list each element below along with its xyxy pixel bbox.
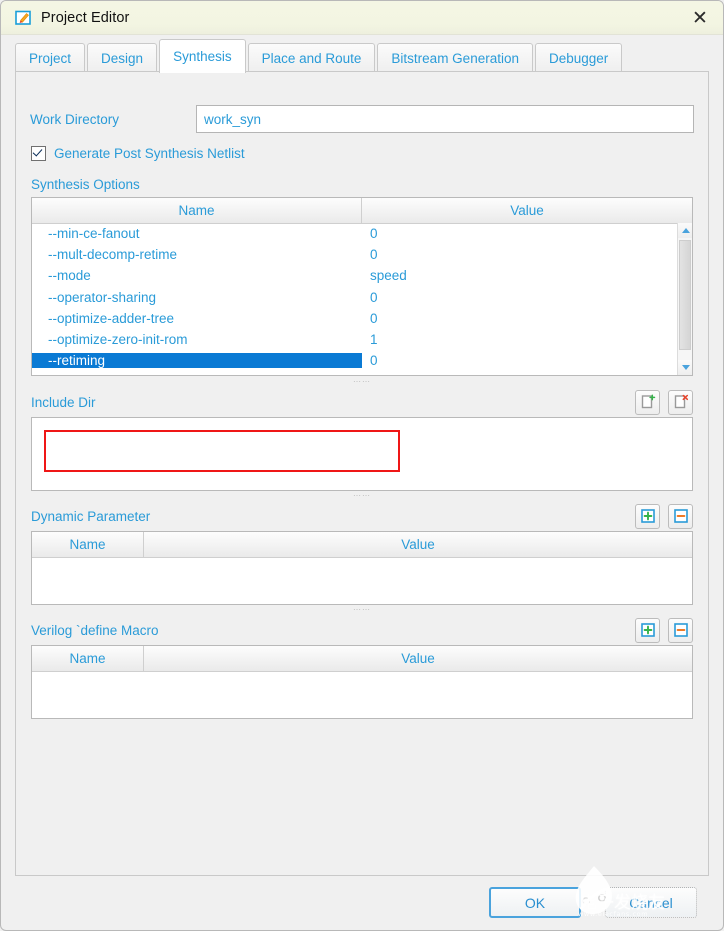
row-value[interactable]: 0 xyxy=(362,290,677,305)
project-editor-icon xyxy=(15,9,32,26)
row-name: --seq_opt xyxy=(32,374,362,375)
include-dir-list[interactable] xyxy=(31,417,693,491)
row-name: --operator-sharing xyxy=(32,290,362,305)
tab-design[interactable]: Design xyxy=(87,43,157,73)
table-header-row: Name Value xyxy=(32,198,692,224)
synthesis-options-label: Synthesis Options xyxy=(31,177,140,192)
dialog-footer: OK Cancel xyxy=(1,876,723,930)
column-header-name[interactable]: Name xyxy=(32,532,144,557)
row-value[interactable]: 0 xyxy=(362,374,677,375)
row-name: --min-ce-fanout xyxy=(32,226,362,241)
row-value[interactable]: 0 xyxy=(362,311,677,326)
tab-bar: Project Design Synthesis Place and Route… xyxy=(1,35,723,73)
minus-icon[interactable] xyxy=(668,504,693,529)
plus-icon[interactable] xyxy=(635,504,660,529)
row-name: --mult-decomp-retime xyxy=(32,247,362,262)
table-row[interactable]: --min-ce-fanout0 xyxy=(32,223,677,244)
synthesis-tab-page: Work Directory Generate Post Synthesis N… xyxy=(15,71,709,876)
remove-file-icon[interactable] xyxy=(668,390,693,415)
scrollbar-thumb[interactable] xyxy=(679,240,691,350)
row-name: --mode xyxy=(32,268,362,283)
project-editor-window: Project Editor ✕ Project Design Synthesi… xyxy=(0,0,724,931)
table-header-row: Name Value xyxy=(32,532,692,558)
table-row-retiming-selected[interactable]: --retiming0 xyxy=(32,350,677,371)
scroll-down-icon[interactable] xyxy=(678,360,693,375)
cancel-button[interactable]: Cancel xyxy=(605,887,697,918)
row-name: --optimize-adder-tree xyxy=(32,311,362,326)
row-name: --optimize-zero-init-rom xyxy=(32,332,362,347)
row-value[interactable]: 1 xyxy=(362,332,677,347)
verilog-macro-header: Verilog `define Macro xyxy=(31,616,693,644)
splitter-grip[interactable]: ⋯⋯ xyxy=(16,378,708,385)
splitter-grip[interactable]: ⋯⋯ xyxy=(16,492,708,499)
synthesis-options-rows: --min-ce-fanout0 --mult-decomp-retime0 -… xyxy=(32,223,677,375)
verilog-macro-label: Verilog `define Macro xyxy=(31,623,159,638)
plus-icon[interactable] xyxy=(635,618,660,643)
window-title: Project Editor xyxy=(41,10,129,26)
dynamic-parameter-header: Dynamic Parameter xyxy=(31,502,693,530)
work-directory-input[interactable] xyxy=(196,105,694,133)
work-directory-row: Work Directory xyxy=(30,105,694,133)
tab-bitstream-generation[interactable]: Bitstream Generation xyxy=(377,43,533,73)
add-file-icon[interactable] xyxy=(635,390,660,415)
splitter-grip[interactable]: ⋯⋯ xyxy=(16,606,708,613)
table-row[interactable]: --operator-sharing0 xyxy=(32,287,677,308)
work-directory-label: Work Directory xyxy=(30,112,196,127)
column-header-value[interactable]: Value xyxy=(362,198,692,223)
table-row[interactable]: --optimize-adder-tree0 xyxy=(32,308,677,329)
options-vertical-scrollbar[interactable] xyxy=(677,223,692,375)
include-dir-label: Include Dir xyxy=(31,395,96,410)
tab-project[interactable]: Project xyxy=(15,43,85,73)
row-name: --retiming xyxy=(32,353,362,368)
verilog-macro-table: Name Value xyxy=(31,645,693,719)
row-value[interactable]: speed xyxy=(362,268,677,283)
table-row[interactable]: --modespeed xyxy=(32,265,677,286)
generate-post-synthesis-netlist-checkbox[interactable]: Generate Post Synthesis Netlist xyxy=(31,146,245,161)
tab-debugger[interactable]: Debugger xyxy=(535,43,622,73)
synthesis-options-table: Name Value --min-ce-fanout0 --mult-decom… xyxy=(31,197,693,376)
checkbox-checked-icon[interactable] xyxy=(31,146,46,161)
column-header-value[interactable]: Value xyxy=(144,646,692,671)
ok-button[interactable]: OK xyxy=(489,887,581,918)
dynamic-parameter-label: Dynamic Parameter xyxy=(31,509,150,524)
tab-place-and-route[interactable]: Place and Route xyxy=(248,43,376,73)
dynamic-parameter-table: Name Value xyxy=(31,531,693,605)
column-header-name[interactable]: Name xyxy=(32,198,362,223)
close-icon[interactable]: ✕ xyxy=(677,1,723,35)
title-bar: Project Editor ✕ xyxy=(1,1,723,35)
column-header-name[interactable]: Name xyxy=(32,646,144,671)
row-value[interactable]: 0 xyxy=(362,353,677,368)
tab-synthesis[interactable]: Synthesis xyxy=(159,39,246,73)
column-header-value[interactable]: Value xyxy=(144,532,692,557)
row-value[interactable]: 0 xyxy=(362,247,677,262)
generate-post-synthesis-netlist-label: Generate Post Synthesis Netlist xyxy=(54,146,245,161)
minus-icon[interactable] xyxy=(668,618,693,643)
table-row[interactable]: --optimize-zero-init-rom1 xyxy=(32,329,677,350)
table-header-row: Name Value xyxy=(32,646,692,672)
include-dir-header: Include Dir xyxy=(31,388,693,416)
scroll-up-icon[interactable] xyxy=(678,223,693,238)
table-row[interactable]: --mult-decomp-retime0 xyxy=(32,244,677,265)
row-value[interactable]: 0 xyxy=(362,226,677,241)
table-row-seq-opt[interactable]: --seq_opt0 xyxy=(32,371,677,375)
